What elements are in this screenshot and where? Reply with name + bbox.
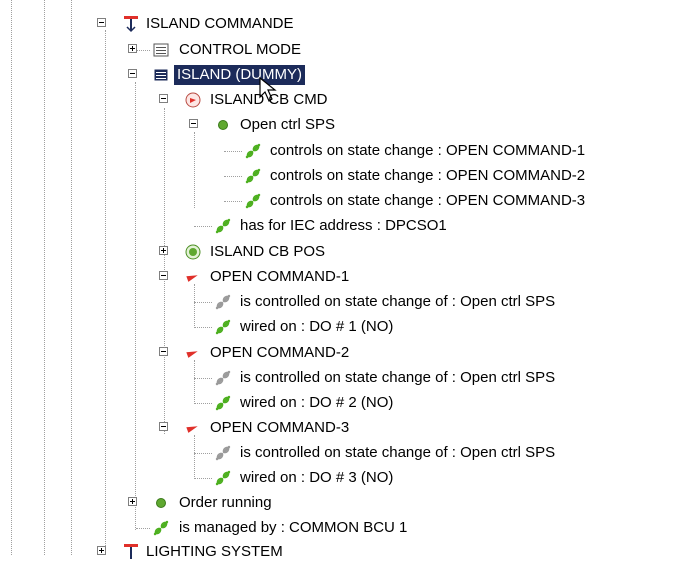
tree-node-wired-on[interactable]: wired on : DO # 3 (NO): [0, 466, 689, 490]
gray-link-icon: [215, 370, 231, 386]
red-arrow-icon: [186, 275, 198, 282]
green-link-icon: [245, 193, 261, 209]
tree-node-open-ctrl-sps[interactable]: Open ctrl SPS: [0, 113, 689, 137]
tree-node-label: is managed by : COMMON BCU 1: [179, 519, 408, 536]
tree-node-label: is controlled on state change of : Open …: [240, 444, 556, 461]
tree-node-iec-address[interactable]: has for IEC address : DPCSO1: [0, 214, 689, 238]
tree-node-island-dummy[interactable]: ISLAND (DUMMY): [0, 63, 689, 102]
red-t-function-icon: [124, 16, 138, 33]
tree-node-label: OPEN COMMAND-1: [210, 268, 350, 285]
tree-node-wired-on[interactable]: wired on : DO # 2 (NO): [0, 391, 689, 415]
tree-node-island-cb-pos[interactable]: ISLAND CB POS: [0, 240, 689, 264]
collapse-toggle[interactable]: [97, 18, 106, 27]
tree-node-label: controls on state change : OPEN COMMAND-…: [270, 192, 586, 209]
expand-toggle[interactable]: [97, 546, 106, 555]
tree-node-controls-open-command-2[interactable]: controls on state change : OPEN COMMAND-…: [0, 164, 689, 188]
tree-node-label: ISLAND COMMANDE: [146, 15, 294, 32]
collapse-toggle[interactable]: [159, 94, 168, 103]
expand-toggle[interactable]: [128, 497, 137, 506]
collapse-toggle[interactable]: [128, 69, 137, 78]
tree-node-open-command-3[interactable]: OPEN COMMAND-3: [0, 416, 689, 440]
red-t-function-icon: [124, 544, 138, 559]
green-dot-icon: [218, 120, 228, 130]
green-link-icon: [215, 470, 231, 486]
red-circle-icon: [185, 92, 201, 108]
tree-node-label: has for IEC address : DPCSO1: [240, 217, 447, 234]
tree-view[interactable]: ISLAND COMMANDE CONTROL MODE ISLAND (DUM…: [0, 0, 689, 560]
tree-node-managed-by[interactable]: is managed by : COMMON BCU 1: [0, 516, 689, 540]
expand-toggle[interactable]: [128, 44, 137, 53]
red-arrow-icon: [186, 351, 198, 358]
tree-node-label: wired on : DO # 3 (NO): [240, 469, 394, 486]
green-link-icon: [153, 520, 169, 536]
gray-link-icon: [215, 294, 231, 310]
tree-node-label: LIGHTING SYSTEM: [146, 543, 283, 560]
tree-node-label: is controlled on state change of : Open …: [240, 293, 556, 310]
tree-node-island-commande[interactable]: ISLAND COMMANDE: [0, 12, 689, 36]
tree-node-label: controls on state change : OPEN COMMAND-…: [270, 167, 586, 184]
list-icon: [153, 68, 169, 82]
tree-node-label: is controlled on state change of : Open …: [240, 369, 556, 386]
gray-link-icon: [215, 445, 231, 461]
tree-node-label: OPEN COMMAND-2: [210, 344, 350, 361]
tree-node-label: wired on : DO # 2 (NO): [240, 394, 394, 411]
tree-node-open-command-1[interactable]: OPEN COMMAND-1: [0, 265, 689, 289]
tree-node-controlled-by[interactable]: is controlled on state change of : Open …: [0, 366, 689, 390]
tree-node-label: ISLAND (DUMMY): [174, 65, 306, 85]
tree-node-order-running[interactable]: Order running: [0, 491, 689, 515]
green-link-icon: [245, 168, 261, 184]
tree-node-label: controls on state change : OPEN COMMAND-…: [270, 142, 586, 159]
tree-node-lighting-system[interactable]: LIGHTING SYSTEM: [0, 540, 689, 564]
tree-node-controlled-by[interactable]: is controlled on state change of : Open …: [0, 441, 689, 465]
collapse-toggle[interactable]: [189, 119, 198, 128]
tree-node-wired-on[interactable]: wired on : DO # 1 (NO): [0, 315, 689, 339]
tree-node-island-cb-cmd[interactable]: ISLAND CB CMD: [0, 88, 689, 112]
tree-node-controlled-by[interactable]: is controlled on state change of : Open …: [0, 290, 689, 314]
tree-node-label: CONTROL MODE: [179, 41, 301, 58]
expand-toggle[interactable]: [159, 246, 168, 255]
list-icon: [153, 43, 169, 57]
collapse-toggle[interactable]: [159, 422, 168, 431]
tree-node-open-command-2[interactable]: OPEN COMMAND-2: [0, 341, 689, 365]
green-link-icon: [215, 319, 231, 335]
tree-node-label: ISLAND CB CMD: [210, 91, 328, 108]
tree-node-label: wired on : DO # 1 (NO): [240, 318, 394, 335]
green-link-icon: [245, 143, 261, 159]
tree-node-controls-open-command-3[interactable]: controls on state change : OPEN COMMAND-…: [0, 189, 689, 213]
green-dot-icon: [156, 498, 166, 508]
green-link-icon: [215, 395, 231, 411]
green-link-icon: [215, 218, 231, 234]
collapse-toggle[interactable]: [159, 271, 168, 280]
green-ring-icon: [185, 244, 201, 260]
tree-node-label: ISLAND CB POS: [210, 243, 326, 260]
red-arrow-icon: [186, 426, 198, 433]
collapse-toggle[interactable]: [159, 347, 168, 356]
tree-node-label: OPEN COMMAND-3: [210, 419, 350, 436]
tree-node-controls-open-command-1[interactable]: controls on state change : OPEN COMMAND-…: [0, 139, 689, 163]
tree-node-label: Order running: [179, 494, 272, 511]
tree-node-label: Open ctrl SPS: [240, 116, 336, 133]
tree-node-control-mode[interactable]: CONTROL MODE: [0, 38, 689, 62]
